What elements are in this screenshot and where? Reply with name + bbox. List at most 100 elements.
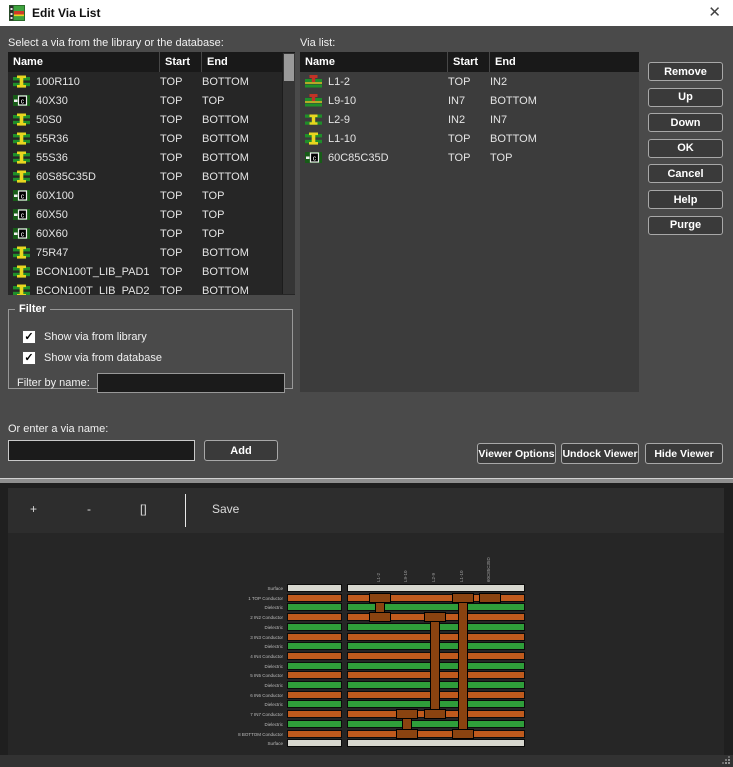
vertical-scrollbar[interactable] (282, 53, 295, 294)
via-barrel (430, 619, 440, 712)
column-header-start: Start (448, 52, 490, 72)
inner-via-icon (305, 113, 322, 126)
save-button[interactable]: Save (212, 502, 239, 516)
zoom-out-button[interactable]: - (87, 502, 91, 516)
via-pad (452, 593, 474, 603)
via-list-app-icon (9, 5, 25, 21)
via-start-cell: TOP (160, 152, 202, 164)
via-pad (396, 729, 418, 739)
table-row[interactable]: BCON100T_LIB_PAD2TOPBOTTOM (8, 281, 283, 295)
layer-bar (287, 633, 342, 641)
through-via-icon (13, 113, 30, 126)
layer-bar (287, 671, 342, 679)
layer-bar (287, 662, 342, 670)
via-end-cell: TOP (490, 152, 639, 164)
via-name-input[interactable] (8, 440, 195, 461)
table-row[interactable]: L2-9IN2IN7 (300, 110, 639, 129)
zoom-fit-button[interactable]: [] (140, 502, 147, 516)
filter-by-name-input[interactable] (97, 373, 285, 393)
table-row[interactable]: c60X50TOPTOP (8, 205, 283, 224)
table-row[interactable]: 60S85C35DTOPBOTTOM (8, 167, 283, 186)
via-end-cell: BOTTOM (202, 266, 283, 278)
layer-bar (287, 739, 342, 747)
via-name-cell: 60X60 (36, 228, 68, 240)
undock-viewer-button[interactable]: Undock Viewer (561, 443, 639, 464)
via-pad (424, 709, 446, 719)
checkbox[interactable]: ✓ (22, 330, 36, 344)
table-row[interactable]: L1-10TOPBOTTOM (300, 129, 639, 148)
layer-label: Surface (163, 740, 283, 748)
via-name-cell: L1-10 (328, 133, 356, 145)
cross-section-canvas[interactable]: Surface1 TOP ConductorDielectric2 IN2 Co… (8, 533, 724, 755)
via-name-cell: 75R47 (36, 247, 68, 259)
hide-viewer-button[interactable]: Hide Viewer (645, 443, 723, 464)
via-name-cell: BCON100T_LIB_PAD2 (36, 285, 150, 296)
layer-bar (287, 730, 342, 738)
layer-bar (287, 603, 342, 611)
via-list-table[interactable]: NameStartEnd L1-2TOPIN2L9-10IN7BOTTOML2-… (300, 52, 639, 392)
via-name-cell: 55R36 (36, 133, 68, 145)
checkbox-label: Show via from library (44, 331, 147, 343)
layer-bar (287, 584, 342, 592)
checkbox[interactable]: ✓ (22, 351, 36, 365)
via-start-cell: IN7 (448, 95, 490, 107)
title-bar[interactable]: Edit Via List ✕ (0, 0, 733, 27)
remove-button[interactable]: Remove (648, 62, 723, 81)
layer-label: 7 IN7 Conductor (163, 711, 283, 719)
table-row[interactable]: 55R36TOPBOTTOM (8, 129, 283, 148)
up-button[interactable]: Up (648, 88, 723, 107)
close-icon[interactable]: ✕ (708, 3, 721, 21)
viewer-toolbar: + - [] Save (8, 488, 724, 533)
table-row[interactable]: 75R47TOPBOTTOM (8, 243, 283, 262)
add-button[interactable]: Add (204, 440, 278, 461)
table-row[interactable]: BCON100T_LIB_PAD1TOPBOTTOM (8, 262, 283, 281)
svg-text:c: c (313, 155, 317, 162)
ok-button[interactable]: OK (648, 139, 723, 158)
via-pad (452, 729, 474, 739)
via-start-cell: TOP (160, 114, 202, 126)
layer-label: Dielectric (163, 663, 283, 671)
svg-text:c: c (21, 193, 25, 200)
resize-grip[interactable] (721, 755, 730, 764)
down-button[interactable]: Down (648, 113, 723, 132)
table-row[interactable]: L9-10IN7BOTTOM (300, 91, 639, 110)
layer-label: Dielectric (163, 682, 283, 690)
via-end-cell: BOTTOM (202, 285, 283, 296)
help-button[interactable]: Help (648, 190, 723, 209)
via-start-cell: TOP (448, 76, 490, 88)
zoom-in-button[interactable]: + (30, 502, 37, 516)
table-row[interactable]: c60X100TOPTOP (8, 186, 283, 205)
via-end-cell: BOTTOM (202, 76, 283, 88)
scrollbar-thumb[interactable] (284, 54, 294, 81)
edit-via-list-dialog: Edit Via List ✕ Select a via from the li… (0, 0, 733, 767)
partial-top-via-icon (305, 75, 322, 88)
cancel-button[interactable]: Cancel (648, 164, 723, 183)
through-via-icon (13, 151, 30, 164)
table-row[interactable]: 55S36TOPBOTTOM (8, 148, 283, 167)
table-row[interactable]: L1-2TOPIN2 (300, 72, 639, 91)
smd-via-icon: c (13, 189, 30, 202)
column-header-end: End (490, 52, 639, 72)
via-start-cell: TOP (160, 95, 202, 107)
layer-label: 5 IN5 Conductor (163, 672, 283, 680)
via-name-cell: BCON100T_LIB_PAD1 (36, 266, 150, 278)
purge-button[interactable]: Purge (648, 216, 723, 235)
table-row[interactable]: c40X30TOPTOP (8, 91, 283, 110)
dialog-body: Select a via from the library or the dat… (0, 26, 733, 478)
layer-label: 6 IN6 Conductor (163, 692, 283, 700)
table-row[interactable]: 50S0TOPBOTTOM (8, 110, 283, 129)
layer-label: Surface (163, 585, 283, 593)
layer-bar (287, 720, 342, 728)
via-start-cell: TOP (448, 133, 490, 145)
via-end-cell: IN7 (490, 114, 639, 126)
table-row[interactable]: c60C85C35DTOPTOP (300, 148, 639, 167)
library-via-table[interactable]: NameStartEnd 100R110TOPBOTTOMc40X30TOPTO… (8, 52, 295, 295)
layer-label: 3 IN3 Conductor (163, 634, 283, 642)
layer-bar (287, 652, 342, 660)
through-via-icon (13, 284, 30, 295)
toolbar-divider (185, 494, 186, 527)
viewer-options-button[interactable]: Viewer Options (477, 443, 556, 464)
layer-label: Dielectric (163, 701, 283, 709)
table-row[interactable]: c60X60TOPTOP (8, 224, 283, 243)
table-row[interactable]: 100R110TOPBOTTOM (8, 72, 283, 91)
